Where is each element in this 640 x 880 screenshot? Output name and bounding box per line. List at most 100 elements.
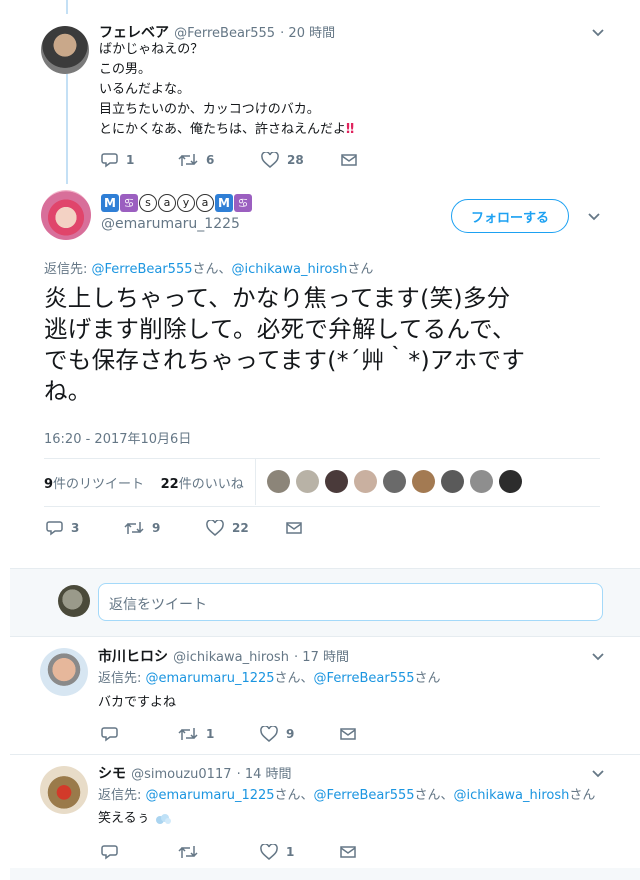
circled-letter: a (158, 193, 176, 212)
tweet-time[interactable]: · 14 時間 (237, 767, 292, 782)
retweets-stat[interactable]: 9件のリツイート (44, 477, 144, 492)
avatar[interactable] (41, 190, 91, 240)
like-count: 9 (286, 727, 295, 741)
retweets-label: 件のリツイート (53, 477, 145, 492)
reply-count: 1 (126, 153, 135, 167)
retweet-icon (178, 728, 198, 740)
like-button[interactable]: 9 (260, 724, 294, 744)
tweet-header: シモ @simouzu0117 · 14 時間 (98, 763, 292, 783)
likes-label: 件のいいね (178, 477, 244, 492)
reply-to-prefix: 返信先: (98, 788, 146, 803)
liker-avatar[interactable] (267, 470, 290, 493)
dm-button[interactable] (340, 724, 356, 744)
tweet-line: この男。 (99, 62, 152, 77)
mention-link[interactable]: @ichikawa_hirosh (454, 788, 570, 803)
badge-m-icon: M (215, 193, 233, 212)
caret-down-icon[interactable] (590, 648, 606, 664)
dm-icon (286, 522, 302, 534)
retweet-button[interactable] (178, 842, 198, 862)
reply-to-suffix: さん (347, 262, 374, 277)
avatar[interactable] (41, 26, 89, 74)
reply-button[interactable]: 3 (46, 518, 79, 538)
retweet-button[interactable]: 1 (178, 724, 214, 744)
circled-letter: s (139, 193, 157, 212)
badge-m-icon: M (101, 193, 119, 212)
caret-down-icon[interactable] (590, 765, 606, 781)
dm-button[interactable] (286, 518, 302, 538)
circled-letter: a (196, 193, 214, 212)
liker-avatar[interactable] (325, 470, 348, 493)
liker-avatar[interactable] (499, 470, 522, 493)
retweet-count: 9 (152, 521, 161, 535)
dm-icon (341, 154, 357, 166)
tweet-line: 目立ちたいのか、カッコつけのバカ。 (99, 102, 320, 117)
reply-button[interactable] (101, 724, 118, 744)
display-name[interactable]: 市川ヒロシ (98, 649, 168, 665)
mention-link[interactable]: @ichikawa_hirosh (232, 262, 348, 277)
mention-link[interactable]: @emarumaru_1225 (146, 671, 275, 686)
thread-line-top (66, 0, 68, 14)
follow-button[interactable]: フォローする (451, 199, 569, 233)
tweet-line: ばかじゃねえの？ (99, 42, 204, 57)
stat-separator (255, 459, 256, 505)
tweet-line: でも保存されちゃってます(*´艸｀*)アホです (44, 346, 526, 374)
retweet-button[interactable]: 6 (178, 150, 214, 170)
reply-icon (46, 521, 63, 536)
reply-input[interactable]: 返信をツイート (98, 583, 603, 621)
liker-avatar[interactable] (383, 470, 406, 493)
like-count: 28 (287, 153, 304, 167)
user-handle[interactable]: @ichikawa_hirosh (173, 650, 289, 665)
like-button[interactable]: 1 (260, 842, 294, 862)
timestamp[interactable]: 16:20 - 2017年10月6日 (44, 428, 191, 447)
reply-to-suffix: さん (569, 788, 596, 803)
avatar[interactable] (40, 766, 88, 814)
like-button[interactable]: 28 (261, 150, 304, 170)
mention-link[interactable]: @emarumaru_1225 (146, 788, 275, 803)
user-handle[interactable]: @FerreBear555 (174, 26, 275, 41)
liker-avatar[interactable] (470, 470, 493, 493)
cancer-sign-icon: ♋ (120, 193, 138, 212)
dash-puff-icon (155, 813, 171, 824)
liker-avatar[interactable] (354, 470, 377, 493)
reply-button[interactable]: 1 (101, 150, 134, 170)
tweet-text: ばかじゃねえの？ この男。 いるんだよな。 目立ちたいのか、カッコつけのバカ。 … (99, 40, 354, 140)
avatar (58, 585, 90, 617)
reply-icon (101, 845, 118, 860)
liker-avatar[interactable] (441, 470, 464, 493)
tweet-text: 笑えるぅ (98, 809, 172, 829)
avatar[interactable] (40, 648, 88, 696)
cancer-sign-icon: ♋ (234, 193, 252, 212)
tweet-line: 炎上しちゃって、かなり焦ってます(笑)多分 (44, 284, 511, 312)
display-name[interactable]: M ♋ s a y a M ♋ (101, 192, 253, 212)
mention-link[interactable]: @FerreBear555 (314, 788, 415, 803)
retweet-button[interactable]: 9 (124, 518, 160, 538)
display-name[interactable]: フェレベア (99, 25, 169, 41)
tweet-time[interactable]: · 17 時間 (294, 650, 349, 665)
tweet-time[interactable]: · 20 時間 (280, 26, 335, 41)
caret-down-icon[interactable] (586, 208, 602, 224)
mention-link[interactable]: @FerreBear555 (314, 671, 415, 686)
tweet-line-text: とにかくなあ、俺たちは、許さねえんだよ (99, 122, 347, 137)
divider (44, 458, 600, 459)
retweet-icon (178, 846, 198, 858)
user-handle[interactable]: @emarumaru_1225 (101, 216, 240, 232)
tweet-line: ね。 (44, 377, 92, 405)
reply-button[interactable] (101, 842, 118, 862)
liker-avatar[interactable] (296, 470, 319, 493)
like-button[interactable]: 22 (206, 518, 249, 538)
tweet-line: とにかくなあ、俺たちは、許さねえんだよ‼ (99, 120, 354, 140)
mention-link[interactable]: @FerreBear555 (92, 262, 193, 277)
user-handle[interactable]: @simouzu0117 (131, 767, 231, 782)
dm-button[interactable] (340, 842, 356, 862)
dm-icon (340, 728, 356, 740)
likes-stat[interactable]: 22件のいいね (161, 477, 244, 492)
liker-avatar[interactable] (412, 470, 435, 493)
dm-button[interactable] (341, 150, 357, 170)
caret-down-icon[interactable] (590, 24, 606, 40)
tweet-text: バカですよね (98, 695, 177, 710)
reply-to-sep: さん、 (192, 262, 232, 277)
tweet-text: 炎上しちゃって、かなり焦ってます(笑)多分 逃げます削除して。必死で弁解してるん… (44, 283, 624, 407)
reply-to-sep: さん、 (414, 788, 454, 803)
display-name[interactable]: シモ (98, 766, 126, 782)
retweet-icon (178, 154, 198, 166)
